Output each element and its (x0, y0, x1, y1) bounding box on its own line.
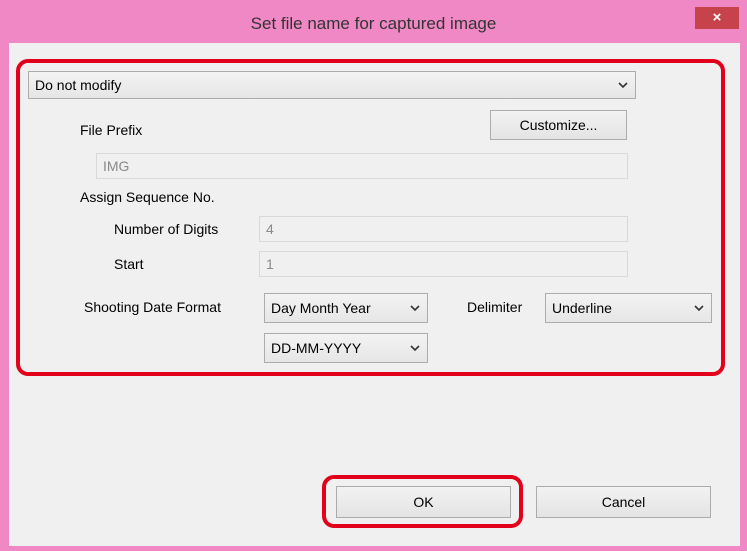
chevron-down-icon (410, 305, 420, 312)
delimiter-label: Delimiter (467, 299, 523, 315)
date-order-value: Day Month Year (271, 300, 371, 316)
date-pattern-select[interactable]: DD-MM-YYYY (264, 333, 428, 363)
customize-button[interactable]: Customize... (490, 110, 627, 140)
assign-sequence-label: Assign Sequence No. (80, 189, 215, 205)
dialog-title: Set file name for captured image (250, 14, 497, 33)
date-pattern-value: DD-MM-YYYY (271, 340, 362, 356)
file-prefix-value: IMG (103, 158, 130, 174)
chevron-down-icon (618, 82, 628, 89)
shooting-date-format-label: Shooting Date Format (84, 299, 221, 315)
number-of-digits-label: Number of Digits (114, 221, 219, 237)
start-label: Start (114, 256, 144, 272)
date-order-select[interactable]: Day Month Year (264, 293, 428, 323)
cancel-button[interactable]: Cancel (536, 486, 711, 518)
dialog-body: Do not modify File Prefix Customize... I… (9, 43, 740, 546)
file-prefix-field[interactable]: IMG (96, 153, 628, 179)
delimiter-value: Underline (552, 300, 612, 316)
ok-button[interactable]: OK (336, 486, 511, 518)
cancel-button-label: Cancel (601, 494, 646, 510)
title-bar[interactable]: Set file name for captured image × (0, 0, 747, 43)
chevron-down-icon (694, 305, 704, 312)
start-value: 1 (266, 256, 274, 272)
close-button[interactable]: × (695, 7, 739, 29)
ok-button-label: OK (413, 494, 434, 510)
chevron-down-icon (410, 345, 420, 352)
customize-button-label: Customize... (519, 117, 598, 133)
number-of-digits-field[interactable]: 4 (259, 216, 628, 242)
start-field[interactable]: 1 (259, 251, 628, 277)
number-of-digits-value: 4 (266, 221, 274, 237)
dialog-window: Set file name for captured image × Do no… (0, 0, 747, 551)
preset-select[interactable]: Do not modify (28, 71, 636, 99)
file-prefix-label: File Prefix (80, 122, 143, 138)
delimiter-select[interactable]: Underline (545, 293, 712, 323)
close-icon: × (712, 9, 722, 26)
preset-select-value: Do not modify (35, 77, 122, 93)
